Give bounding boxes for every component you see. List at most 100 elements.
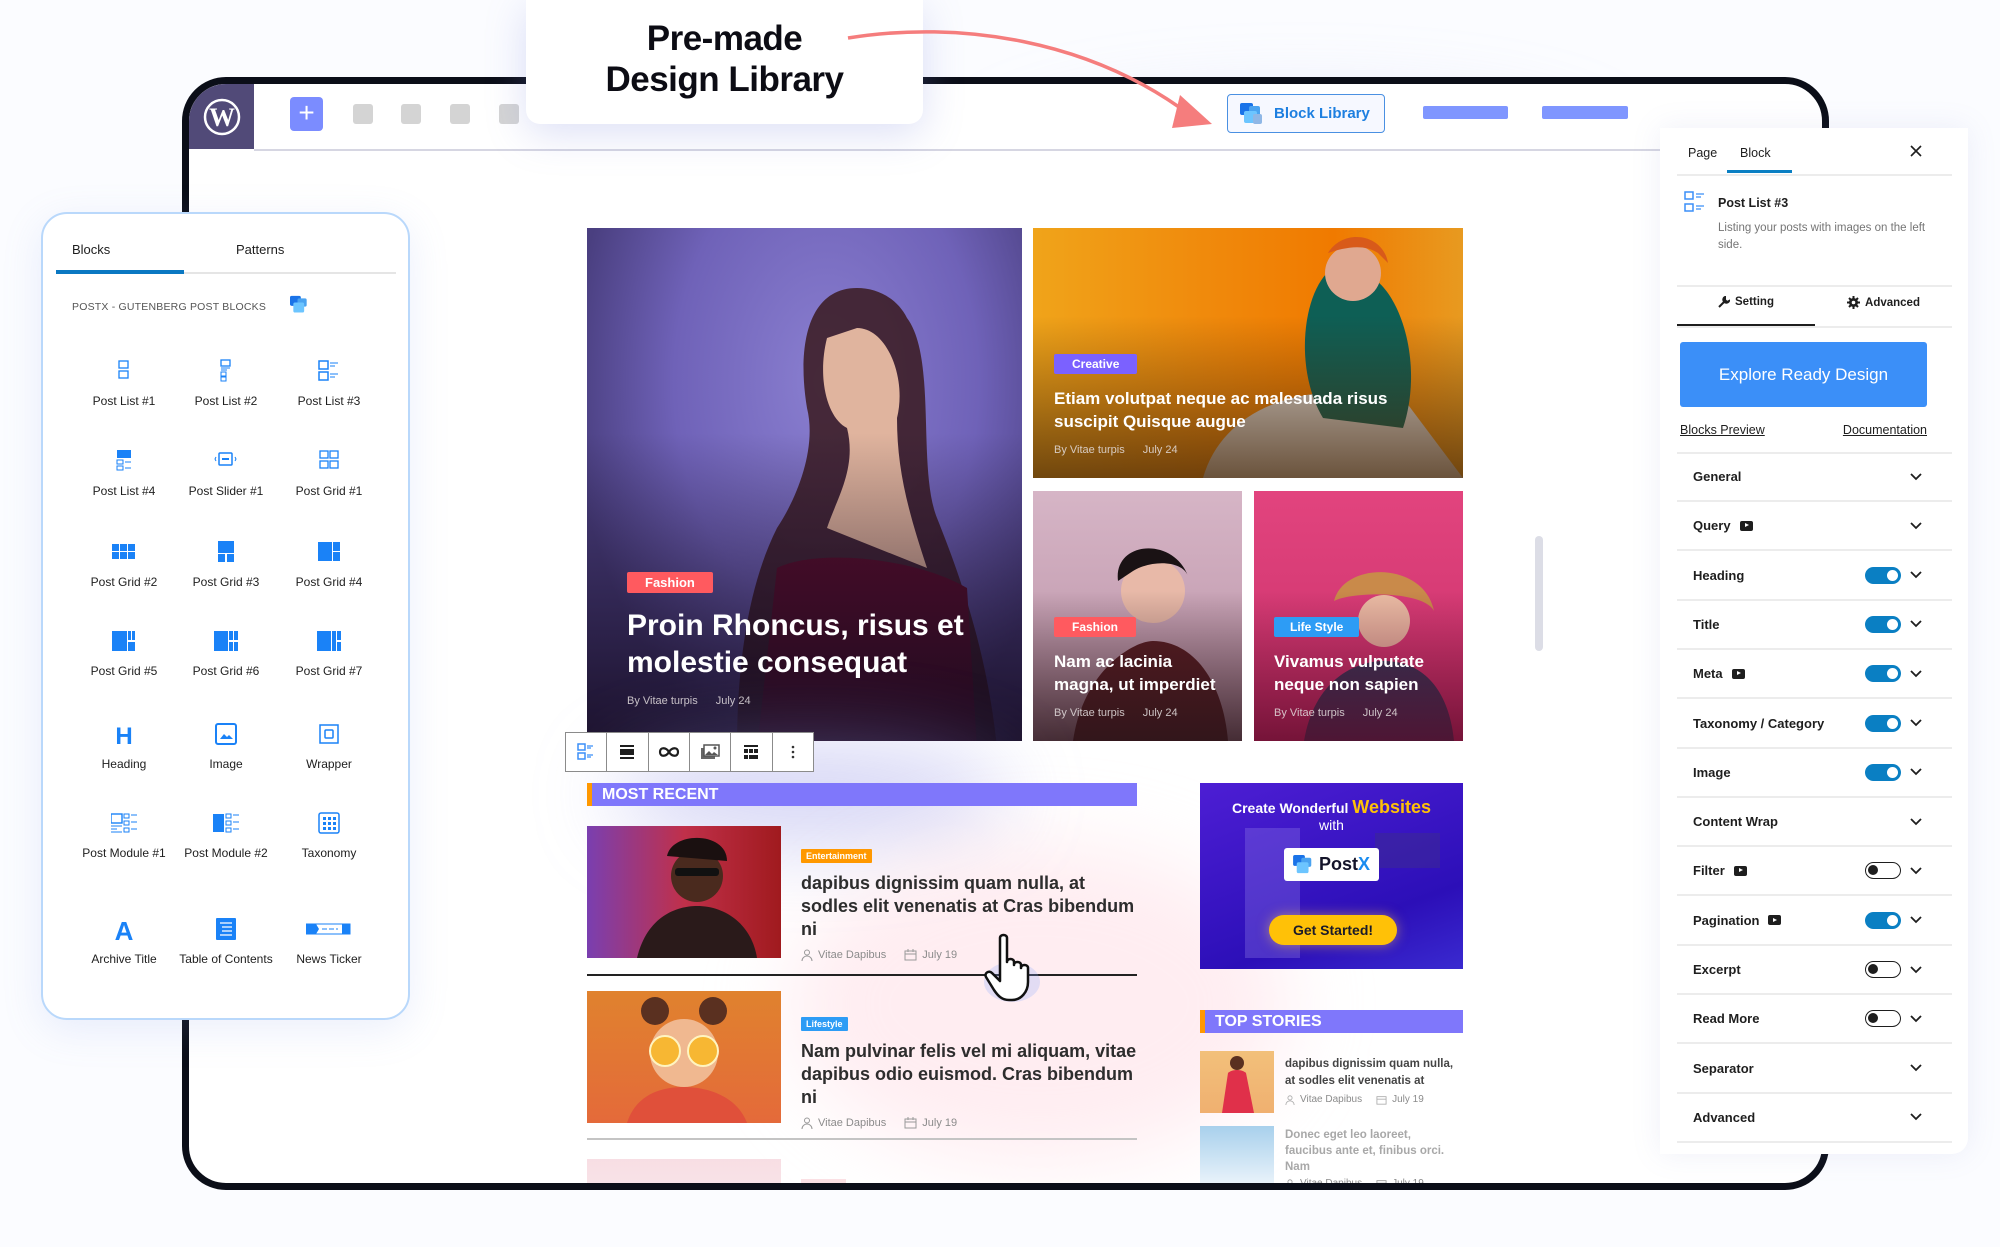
settings-section-excerpt[interactable]: Excerpt [1677,946,1952,995]
close-icon[interactable] [1910,145,1922,157]
block-item-post-grid-6[interactable]: Post Grid #6 [171,628,281,678]
chevron-down-icon[interactable] [1910,620,1922,628]
block-item-post-list-3[interactable]: Post List #3 [274,358,384,408]
align-icon[interactable] [607,733,649,771]
video-tutorial-icon[interactable] [1733,865,1747,876]
toolbar-button-placeholder[interactable] [353,104,373,124]
block-item-post-grid-5[interactable]: Post Grid #5 [69,628,179,678]
toolbar-button-placeholder[interactable] [450,104,470,124]
category-badge[interactable]: Fashion [1054,617,1137,637]
chevron-down-icon[interactable] [1910,571,1922,579]
chevron-down-icon[interactable] [1910,768,1922,776]
postx-ad-banner[interactable]: Create Wonderful Websites with PostX Get… [1200,783,1463,969]
chevron-down-icon[interactable] [1910,1015,1922,1023]
post-list-icon[interactable] [566,733,608,771]
category-badge[interactable]: Life Style [1274,617,1360,637]
block-item-post-slider[interactable]: Post Slider #1 [171,448,281,498]
section-toggle[interactable] [1865,763,1901,781]
settings-section-pagination[interactable]: Pagination [1677,897,1952,946]
category-badge[interactable]: Creative [1054,354,1138,374]
post-title[interactable]: Vivamus vulputate neque non sapien [1274,650,1453,696]
settings-section-advanced[interactable]: Advanced [1677,1094,1952,1143]
block-item-post-module-1[interactable]: Post Module #1 [69,810,179,860]
section-toggle[interactable] [1865,714,1901,732]
chevron-down-icon[interactable] [1910,1113,1922,1121]
video-tutorial-icon[interactable] [1731,668,1745,679]
video-tutorial-icon[interactable] [1739,520,1753,531]
documentation-link[interactable]: Documentation [1843,423,1927,437]
post-thumbnail[interactable] [587,991,781,1123]
toolbar-button-placeholder[interactable] [1423,106,1508,119]
section-toggle[interactable] [1865,615,1901,633]
tab-blocks[interactable]: Blocks [72,242,110,257]
block-item-post-list-2[interactable]: Post List #2 [171,358,281,408]
post-thumbnail[interactable] [587,826,781,958]
more-options-icon[interactable] [773,733,813,771]
chevron-down-icon[interactable] [1910,670,1922,678]
layout-icon[interactable] [731,733,773,771]
post-thumbnail[interactable] [587,1159,781,1183]
explore-ready-design-button[interactable]: Explore Ready Design [1680,342,1927,407]
post-thumbnail[interactable] [1200,1126,1274,1183]
post-title[interactable]: dapibus dignissim quam nulla, at sodles … [801,872,1141,941]
settings-section-title[interactable]: Title [1677,601,1952,650]
settings-section-heading[interactable]: Heading [1677,552,1952,601]
settings-section-filter[interactable]: Filter [1677,847,1952,897]
section-toggle[interactable] [1865,862,1901,880]
post-title[interactable]: Donec eget leo laoreet, faucibus ante et… [1285,1127,1460,1175]
block-item-post-grid-1[interactable]: Post Grid #1 [274,448,384,498]
tab-advanced[interactable]: Advanced [1815,296,1952,309]
block-item-post-grid-7[interactable]: Post Grid #7 [274,628,384,678]
block-item-taxonomy[interactable]: Taxonomy [274,810,384,860]
settings-section-meta[interactable]: Meta [1677,650,1952,700]
post-thumbnail[interactable] [1200,1051,1274,1113]
category-badge[interactable]: Fashion [627,572,713,593]
settings-section-content-wrap[interactable]: Content Wrap [1677,798,1952,848]
add-block-button[interactable]: + [290,97,323,131]
category-badge[interactable]: Lifestyle [801,1017,848,1031]
section-toggle[interactable] [1865,961,1901,978]
wordpress-logo[interactable]: W [189,84,254,149]
chevron-down-icon[interactable] [1910,965,1922,974]
block-item-post-grid-3[interactable]: Post Grid #3 [171,539,281,589]
block-item-post-list-4[interactable]: Post List #4 [69,448,179,498]
featured-post-card[interactable]: Life Style Vivamus vulputate neque non s… [1254,491,1463,741]
block-item-post-list-1[interactable]: Post List #1 [69,358,179,408]
block-item-news-ticker[interactable]: News Ticker [274,916,384,966]
block-library-button[interactable]: Block Library [1227,94,1385,133]
chevron-down-icon[interactable] [1910,522,1922,530]
tab-patterns[interactable]: Patterns [236,242,284,257]
block-item-heading[interactable]: H Heading [69,721,179,771]
chevron-down-icon[interactable] [1910,916,1922,924]
block-item-image[interactable]: Image [171,721,281,771]
video-tutorial-icon[interactable] [1768,915,1782,926]
settings-section-query[interactable]: Query [1677,502,1952,552]
post-title[interactable]: Proin Rhoncus, risus et molestie consequ… [627,607,992,681]
post-title[interactable]: dapibus dignissim quam nulla, at sodles … [1285,1056,1460,1090]
get-started-button[interactable]: Get Started! [1269,915,1397,945]
settings-section-image[interactable]: Image [1677,749,1952,798]
section-toggle[interactable] [1865,665,1901,683]
post-title[interactable]: Etiam volutpat neque ac malesuada risus … [1054,387,1443,433]
section-toggle[interactable] [1865,1010,1901,1028]
block-item-post-grid-2[interactable]: Post Grid #2 [69,539,179,589]
section-toggle[interactable] [1865,911,1901,929]
toolbar-button-placeholder[interactable] [1542,106,1628,119]
featured-post-card[interactable]: Fashion Proin Rhoncus, risus et molestie… [587,228,1022,741]
category-badge[interactable]: Entertainment [801,849,872,863]
section-toggle[interactable] [1865,566,1901,584]
media-icon[interactable] [690,733,732,771]
featured-post-card[interactable]: Creative Etiam volutpat neque ac malesua… [1033,228,1463,478]
scrollbar[interactable] [1535,536,1543,651]
block-item-post-grid-4[interactable]: Post Grid #4 [274,539,384,589]
settings-section-general[interactable]: General [1677,453,1952,502]
post-title[interactable]: Nam ac lacinia magna, ut imperdiet [1054,650,1232,696]
featured-post-card[interactable]: Fashion Nam ac lacinia magna, ut imperdi… [1033,491,1242,741]
settings-section-read-more[interactable]: Read More [1677,995,1952,1045]
toolbar-button-placeholder[interactable] [401,104,421,124]
chevron-down-icon[interactable] [1910,867,1922,875]
post-title[interactable]: Nam pulvinar felis vel mi aliquam, vitae… [801,1040,1141,1109]
tab-block[interactable]: Block [1740,146,1771,160]
tab-setting[interactable]: Setting [1677,296,1815,308]
chevron-down-icon[interactable] [1910,719,1922,727]
